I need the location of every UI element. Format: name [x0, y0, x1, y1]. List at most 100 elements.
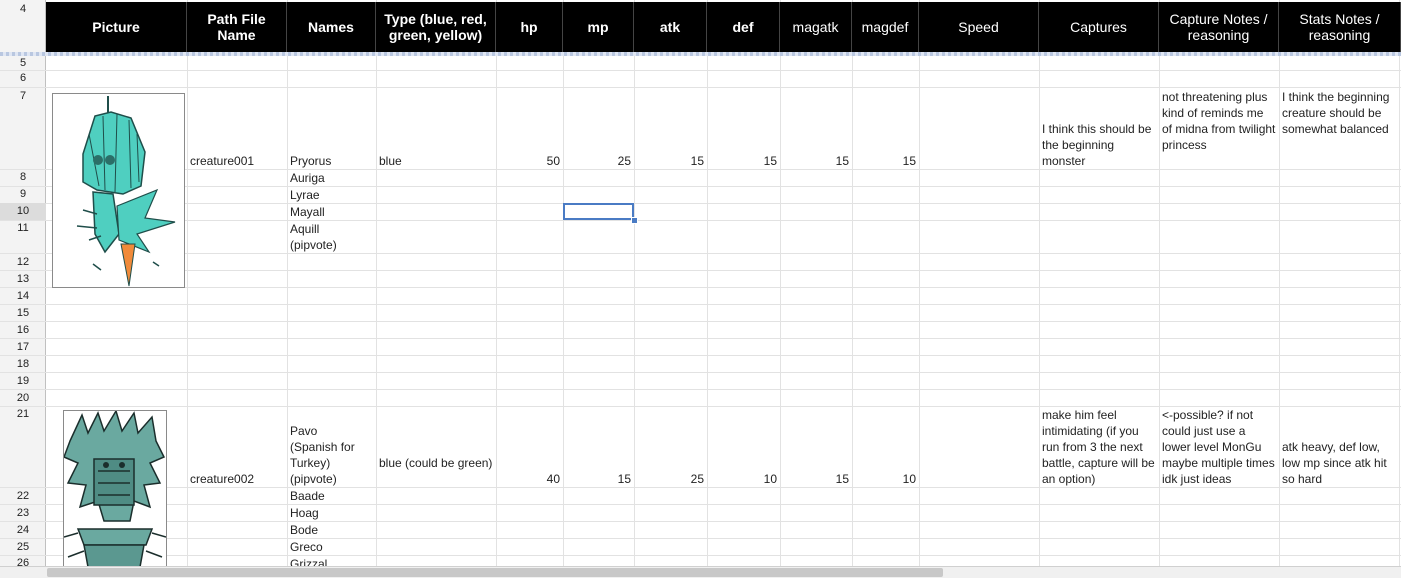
creature001-magatk[interactable]: 15 — [780, 153, 852, 169]
row-number[interactable]: 5 — [0, 57, 46, 69]
creature002-mp[interactable]: 15 — [563, 471, 634, 487]
creature002-name-3[interactable]: Hoag — [287, 505, 376, 521]
row-number[interactable]: 25 — [0, 541, 46, 553]
creature002-captures[interactable]: make him feel intimidating (if you run f… — [1039, 407, 1159, 487]
row-number[interactable]: 8 — [0, 171, 46, 183]
creature001-stats-notes[interactable]: I think the beginning creature should be… — [1279, 89, 1399, 137]
creature002-picture[interactable] — [63, 410, 167, 566]
grid-line — [0, 555, 1401, 556]
creature-illustration-icon — [76, 96, 176, 287]
frozen-rows-divider[interactable] — [0, 52, 1401, 56]
grid-line — [0, 270, 1401, 271]
column-header-speed[interactable]: Speed — [919, 2, 1039, 52]
column-header-magdef[interactable]: magdef — [852, 2, 919, 52]
grid-line — [0, 186, 1401, 187]
creature001-name-4[interactable]: Mayall — [287, 204, 376, 220]
creature001-path[interactable]: creature001 — [187, 153, 287, 169]
creature001-type[interactable]: blue — [376, 153, 496, 169]
creature002-stats-notes[interactable]: atk heavy, def low, low mp since atk hit… — [1279, 439, 1399, 487]
creature-illustration-icon — [64, 411, 166, 566]
column-header-mp[interactable]: mp — [563, 2, 634, 52]
row-number-selected[interactable]: 10 — [0, 203, 46, 220]
active-cell-selection[interactable] — [563, 203, 634, 220]
column-header-captures[interactable]: Captures — [1039, 2, 1159, 52]
row-number[interactable]: 12 — [0, 256, 46, 268]
grid-line — [919, 0, 920, 566]
row-number[interactable]: 24 — [0, 524, 46, 536]
creature002-name-5[interactable]: Greco — [287, 539, 376, 555]
grid-line — [0, 521, 1401, 522]
column-header-magatk[interactable]: magatk — [780, 2, 852, 52]
creature001-hp[interactable]: 50 — [496, 153, 563, 169]
creature002-capture-notes[interactable]: <-possible? if not could just use a lowe… — [1159, 407, 1279, 487]
grid-line — [0, 253, 1401, 254]
row-number[interactable]: 19 — [0, 375, 46, 387]
row-number[interactable]: 16 — [0, 324, 46, 336]
grid-line — [0, 304, 1401, 305]
creature001-name-1[interactable]: Pryorus — [287, 153, 376, 169]
grid-line — [0, 355, 1401, 356]
grid-line — [0, 538, 1401, 539]
creature001-def[interactable]: 15 — [707, 153, 780, 169]
creature001-name-2[interactable]: Auriga — [287, 170, 376, 186]
row-number[interactable]: 9 — [0, 188, 46, 200]
creature002-type[interactable]: blue (could be green) — [376, 455, 496, 471]
creature001-name-3[interactable]: Lyrae — [287, 187, 376, 203]
column-header-type[interactable]: Type (blue, red, green, yellow) — [376, 2, 496, 52]
creature001-picture[interactable] — [52, 93, 185, 288]
creature002-name-4[interactable]: Bode — [287, 522, 376, 538]
column-header-picture[interactable]: Picture — [46, 2, 187, 52]
spreadsheet-grid[interactable]: 4 Picture Path File Name Names Type (blu… — [0, 0, 1401, 566]
column-header-names[interactable]: Names — [287, 2, 376, 52]
grid-line — [0, 487, 1401, 488]
row-number[interactable]: 11 — [0, 222, 46, 234]
creature001-atk[interactable]: 15 — [634, 153, 707, 169]
creature002-hp[interactable]: 40 — [496, 471, 563, 487]
creature002-name-1[interactable]: Pavo (Spanish for Turkey) (pipvote) — [287, 423, 376, 487]
column-header-atk[interactable]: atk — [634, 2, 707, 52]
row-number[interactable]: 17 — [0, 341, 46, 353]
grid-line — [0, 87, 1401, 88]
grid-line — [0, 287, 1401, 288]
row-number[interactable]: 20 — [0, 392, 46, 404]
row-number[interactable]: 7 — [0, 90, 46, 102]
grid-line — [0, 70, 1401, 71]
grid-line — [0, 203, 1401, 204]
grid-line — [1399, 0, 1400, 566]
scrollbar-thumb[interactable] — [47, 568, 943, 577]
grid-line — [0, 504, 1401, 505]
column-header-path[interactable]: Path File Name — [187, 2, 287, 52]
grid-line — [0, 321, 1401, 322]
row-number[interactable]: 6 — [0, 72, 46, 84]
horizontal-scrollbar[interactable] — [0, 566, 1401, 578]
column-header-def[interactable]: def — [707, 2, 780, 52]
grid-line — [0, 389, 1401, 390]
column-header-capture-notes[interactable]: Capture Notes / reasoning — [1159, 2, 1279, 52]
creature001-magdef[interactable]: 15 — [852, 153, 919, 169]
row-number[interactable]: 13 — [0, 273, 46, 285]
creature001-capture-notes[interactable]: not threatening plus kind of reminds me … — [1159, 89, 1279, 153]
creature002-magdef[interactable]: 10 — [852, 471, 919, 487]
creature002-magatk[interactable]: 15 — [780, 471, 852, 487]
grid-line — [376, 0, 377, 566]
column-header-hp[interactable]: hp — [496, 2, 563, 52]
creature002-name-2[interactable]: Baade — [287, 488, 376, 504]
fill-handle[interactable] — [631, 217, 638, 224]
row-number-4[interactable]: 4 — [0, 3, 46, 17]
creature002-path[interactable]: creature002 — [187, 471, 287, 487]
grid-line — [0, 220, 1401, 221]
row-number[interactable]: 26 — [0, 557, 46, 566]
creature002-name-6[interactable]: Grizzal — [287, 556, 376, 566]
row-number[interactable]: 21 — [0, 408, 46, 420]
creature001-mp[interactable]: 25 — [563, 153, 634, 169]
row-number[interactable]: 15 — [0, 307, 46, 319]
creature001-name-5[interactable]: Aquill (pipvote) — [287, 221, 376, 253]
row-number[interactable]: 14 — [0, 290, 46, 302]
creature002-atk[interactable]: 25 — [634, 471, 707, 487]
column-header-stats-notes[interactable]: Stats Notes / reasoning — [1279, 2, 1401, 52]
row-number[interactable]: 23 — [0, 507, 46, 519]
creature002-def[interactable]: 10 — [707, 471, 780, 487]
row-number[interactable]: 18 — [0, 358, 46, 370]
row-number[interactable]: 22 — [0, 490, 46, 502]
creature001-captures[interactable]: I think this should be the beginning mon… — [1039, 121, 1159, 169]
